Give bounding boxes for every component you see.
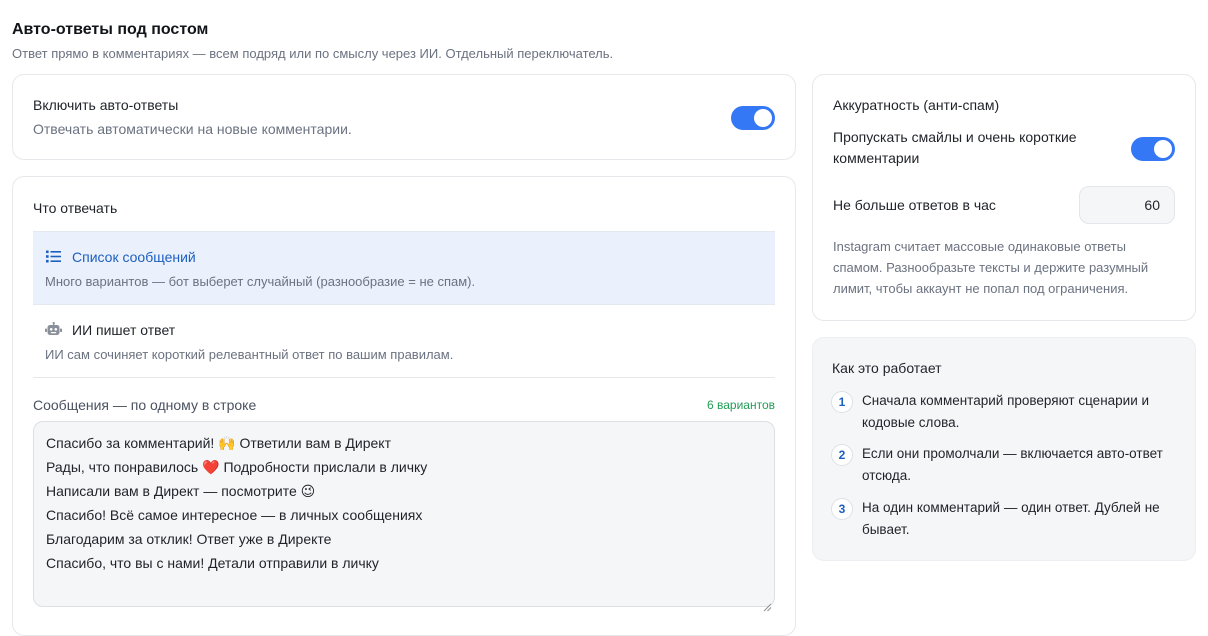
mode-description: ИИ сам сочиняет короткий релевантный отв… [45, 347, 454, 362]
toggle-knob [1154, 140, 1172, 158]
skip-short-label: Пропускать смайлы и очень короткие комме… [833, 129, 1077, 166]
mode-description: Много вариантов — бот выберет случайный … [45, 274, 476, 289]
how-it-works-card: Как это работает 1 Сначала комментарий п… [812, 337, 1196, 561]
variants-count: 6 вариантов [706, 398, 775, 412]
message-line: Благодарим за отклик! Ответ уже в Директ… [46, 531, 332, 547]
enable-description: Отвечать автоматически на новые коммента… [33, 121, 352, 137]
message-line: Спасибо за комментарий! 🙌 Ответили вам в… [46, 435, 391, 451]
section-title: Что отвечать [33, 200, 118, 216]
toggle-knob [754, 109, 772, 127]
messages-label: Сообщения — по одному в строке [33, 397, 257, 413]
enable-toggle[interactable] [731, 106, 775, 130]
reply-card: Что отвечать Список сообщений Много вари… [12, 176, 796, 636]
message-line: Рады, что понравилось ❤️ Подробности при… [46, 459, 428, 475]
accuracy-card: Аккуратность (анти-спам) Пропускать смай… [812, 74, 1196, 321]
hourly-limit-input[interactable]: 60 [1079, 186, 1175, 224]
message-line: Написали вам в Директ — посмотрите 😉 [46, 483, 316, 499]
page-title: Авто-ответы под постом [12, 21, 209, 38]
hourly-limit-label: Не больше ответов в час [833, 197, 996, 213]
message-line: Спасибо! Всё самое интересное — в личных… [46, 507, 423, 523]
step-number: 3 [831, 498, 853, 520]
resize-grip-icon[interactable] [763, 595, 772, 612]
mode-option-ai[interactable]: ИИ пишет ответ ИИ сам сочиняет короткий … [33, 305, 775, 378]
mode-label: Список сообщений [72, 248, 196, 265]
step-text: Сначала комментарий проверяют сценарии и… [862, 393, 1150, 430]
step-text: На один комментарий — один ответ. Дублей… [862, 500, 1160, 537]
page-subtitle: Ответ прямо в комментариях — всем подряд… [12, 46, 614, 61]
step-text: Если они промолчали — включается авто-от… [862, 446, 1163, 483]
how-it-works-title: Как это работает [832, 360, 942, 376]
mode-option-list[interactable]: Список сообщений Много вариантов — бот в… [33, 231, 775, 305]
antispam-note: Instagram считает массовые одинаковые от… [833, 239, 1149, 296]
step-number: 2 [831, 444, 853, 466]
step-number: 1 [831, 391, 853, 413]
skip-short-toggle[interactable] [1131, 137, 1175, 161]
messages-textarea[interactable]: Спасибо за комментарий! 🙌 Ответили вам в… [33, 421, 775, 612]
mode-label: ИИ пишет ответ [72, 321, 176, 338]
enable-label: Включить авто-ответы [33, 97, 179, 113]
list-icon [45, 248, 62, 265]
accuracy-title: Аккуратность (анти-спам) [833, 97, 1000, 113]
message-line: Спасибо, что вы с нами! Детали отправили… [46, 555, 379, 571]
enable-card: Включить авто-ответы Отвечать автоматиче… [12, 74, 796, 160]
robot-icon [45, 321, 62, 338]
